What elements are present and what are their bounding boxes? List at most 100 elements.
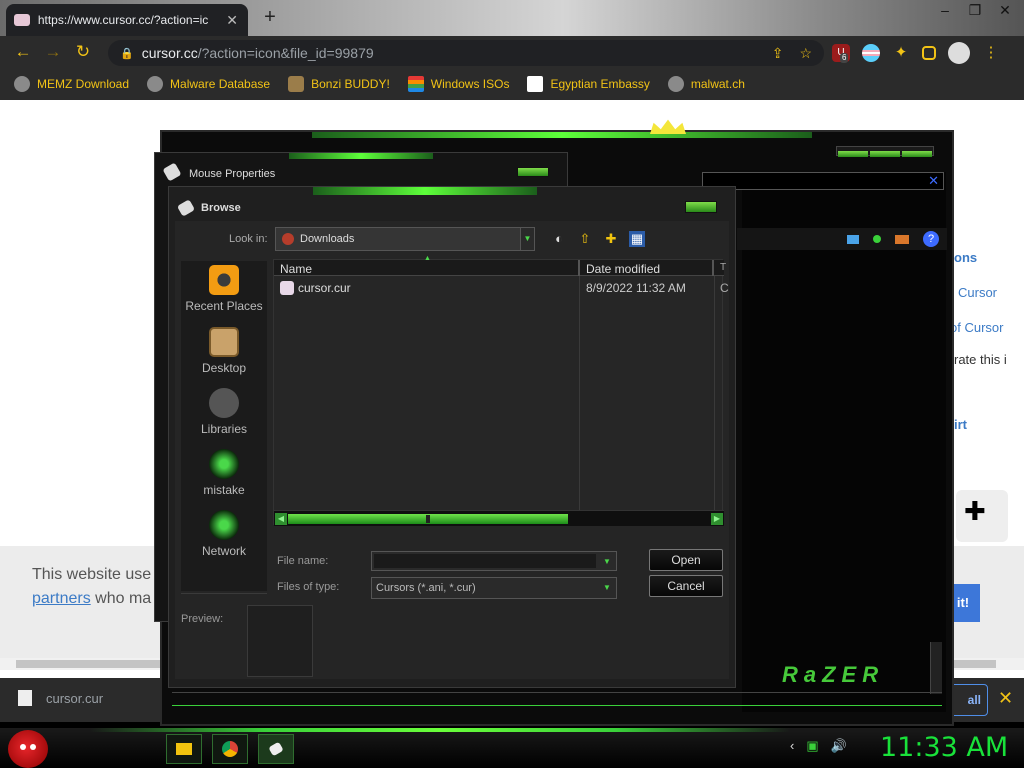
column-divider[interactable]	[712, 260, 714, 276]
folder-icon[interactable]	[895, 234, 909, 244]
network-tray-icon[interactable]: ▣	[806, 738, 818, 754]
scroll-right-icon[interactable]: ▶	[711, 513, 723, 525]
bonzi-icon	[288, 76, 305, 92]
column-divider[interactable]	[578, 260, 580, 276]
browser-tab[interactable]: https://www.cursor.cc/?action=ic ✕	[6, 4, 248, 36]
razer-right-panel	[742, 172, 946, 712]
ublock-icon[interactable]: U6	[832, 44, 850, 63]
mouse-properties-task-icon[interactable]	[258, 734, 294, 764]
file-name-field[interactable]: ▼	[371, 551, 617, 571]
puzzle-icon[interactable]: ✦	[892, 44, 910, 62]
bookmark-item[interactable]: Windows ISOs	[407, 76, 509, 92]
restore-icon[interactable]: ❐	[960, 0, 990, 22]
page-link-cursor[interactable]: Cursor	[958, 285, 997, 300]
volume-icon[interactable]: 🔊	[831, 738, 847, 754]
extensions-area: U6 ✦ ⋮	[832, 42, 1000, 64]
razer-close-icon[interactable]: ✕	[928, 173, 939, 189]
place-label: Desktop	[201, 361, 247, 375]
up-folder-icon[interactable]: ⇧	[577, 231, 593, 247]
menu-dots-icon[interactable]: ⋮	[982, 44, 1000, 62]
address-url: cursor.cc/?action=icon&file_id=99879	[142, 45, 374, 61]
razer-top-stripe	[312, 132, 812, 138]
browse-close-button[interactable]	[685, 201, 717, 213]
minimize-icon[interactable]: –	[930, 0, 960, 22]
file-explorer-icon[interactable]	[166, 734, 202, 764]
place-item[interactable]: Network	[181, 510, 267, 558]
file-name-input[interactable]	[374, 554, 596, 568]
file-row[interactable]: cursor.cur 8/9/2022 11:32 AM C	[274, 280, 729, 298]
bookmark-star-icon[interactable]: ☆	[799, 45, 812, 62]
place-item[interactable]: mistake	[181, 449, 267, 497]
bookmark-item[interactable]: Egyptian Embassy	[527, 76, 650, 92]
file-list-scrollbar[interactable]: ◀ ▶	[274, 510, 724, 526]
chevron-down-icon[interactable]: ▼	[600, 554, 614, 570]
globe-icon	[14, 76, 30, 92]
back-icon[interactable]: ←	[8, 42, 38, 62]
page-link-ons[interactable]: ons	[954, 250, 977, 265]
bookmark-label: malwat.ch	[690, 77, 745, 91]
bookmark-item[interactable]: Malware Database	[147, 76, 270, 92]
share-icon[interactable]: ⇪	[772, 45, 784, 62]
razer-search-bar[interactable]: ✕	[702, 172, 944, 190]
bookmarks-bar: MEMZ Download Malware Database Bonzi BUDDY…	[0, 68, 1024, 100]
back-folder-icon[interactable]: ◐	[551, 231, 567, 247]
look-in-combo[interactable]: Downloads ▼	[275, 227, 535, 251]
chevron-down-icon[interactable]: ▼	[600, 580, 614, 596]
download-item[interactable]: cursor.cur	[18, 690, 103, 706]
bookmark-item[interactable]: Bonzi BUDDY!	[288, 76, 390, 92]
column-name[interactable]: Name	[280, 262, 312, 276]
start-button-angry-bird-icon[interactable]	[8, 730, 48, 768]
place-item[interactable]: Libraries	[181, 388, 267, 436]
page-link-of-cursor[interactable]: of Cursor	[950, 320, 1003, 335]
file-list[interactable]: ▲ Name Date modified T cursor.cur 8/9/20…	[273, 255, 729, 526]
monitor-icon[interactable]	[847, 234, 859, 244]
forward-icon[interactable]: →	[38, 42, 68, 62]
browse-title: Browse	[201, 202, 241, 214]
column-line	[579, 276, 580, 510]
tab-close-icon[interactable]: ✕	[224, 12, 240, 29]
new-tab-icon[interactable]: +	[258, 6, 282, 29]
razer-window-controls[interactable]	[836, 146, 934, 157]
status-dot-icon	[873, 235, 881, 243]
chrome-icon[interactable]	[212, 734, 248, 764]
address-bar[interactable]: 🔒 cursor.cc/?action=icon&file_id=99879 ⇪…	[108, 40, 824, 66]
view-menu-icon[interactable]: ▦	[629, 231, 645, 247]
help-icon[interactable]: ?	[923, 231, 939, 247]
browse-mouse-icon	[176, 199, 196, 217]
mp-title: Mouse Properties	[189, 168, 276, 180]
ext-badge: 6	[840, 53, 849, 63]
cancel-button[interactable]: Cancel	[649, 575, 723, 597]
new-folder-icon[interactable]: ✚	[603, 231, 619, 247]
bookmark-label: Bonzi BUDDY!	[311, 77, 390, 91]
page-link-irt[interactable]: irt	[954, 417, 967, 432]
partners-link[interactable]: partners	[32, 590, 91, 607]
consent-text: This website use	[32, 566, 152, 583]
razer-scrollbar[interactable]	[930, 642, 942, 694]
chevron-down-icon[interactable]: ▼	[520, 228, 534, 250]
column-date[interactable]: Date modified	[586, 262, 660, 276]
tray-arrow-icon[interactable]: ‹	[790, 738, 794, 754]
reload-icon[interactable]: ↻	[68, 42, 98, 62]
desktop: https://www.cursor.cc/?action=ic ✕ + – ❐…	[0, 0, 1024, 768]
browse-dialog: Browse Look in: Downloads ▼ ◐ ⇧ ✚ ▦ Rece…	[168, 186, 736, 688]
column-type[interactable]: T	[720, 262, 726, 273]
bookmark-item[interactable]: MEMZ Download	[14, 76, 129, 92]
place-item[interactable]: Desktop	[181, 327, 267, 375]
taskbar-clock[interactable]: 11:33 AM	[880, 732, 1008, 763]
scroll-left-icon[interactable]: ◀	[275, 513, 287, 525]
flag-extension-icon[interactable]	[862, 44, 880, 62]
look-in-label: Look in:	[229, 233, 268, 245]
column-headers: ▲ Name Date modified T	[274, 255, 726, 276]
bookmark-item[interactable]: malwat.ch	[667, 76, 745, 92]
files-of-type-select[interactable]: Cursors (*.ani, *.cur) ▼	[371, 577, 617, 599]
downloads-close-icon[interactable]: ✕	[998, 688, 1013, 709]
lock-icon[interactable]: 🔒	[120, 47, 134, 60]
sidepanel-icon[interactable]	[922, 46, 936, 60]
window-close-icon[interactable]: ✕	[990, 0, 1020, 22]
file-name-label: File name:	[277, 555, 329, 567]
place-item[interactable]: Recent Places	[181, 265, 267, 313]
open-button[interactable]: Open	[649, 549, 723, 571]
profile-avatar-icon[interactable]	[948, 42, 970, 64]
preview-label: Preview:	[181, 613, 224, 625]
mp-close-button[interactable]	[517, 167, 549, 177]
